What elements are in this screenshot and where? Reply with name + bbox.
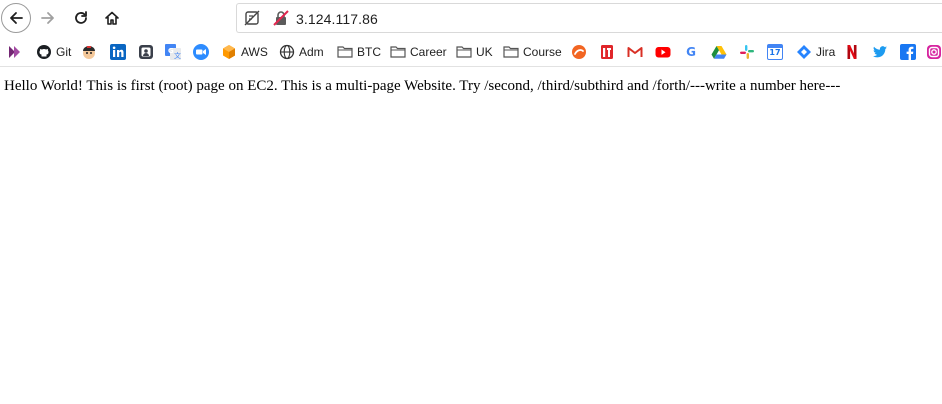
bookmark-label: AWS [241,45,268,59]
youtube-icon [655,44,671,60]
bookmark-zoom[interactable] [193,42,209,62]
orange-swirl-icon [571,44,587,60]
bookmark-gmail[interactable] [627,42,643,62]
bookmark-avatar[interactable] [81,42,97,62]
bookmark-drive[interactable] [711,42,727,62]
bookmark-calendar[interactable]: 17 [767,42,783,62]
folder-icon [337,44,353,60]
powerapps-icon [6,44,22,60]
red-app-icon [599,44,615,60]
svg-text:文: 文 [174,51,181,60]
bookmark-folder-uk[interactable]: UK [456,42,493,62]
slack-icon [739,44,755,60]
bookmark-label: BTC [357,45,381,59]
home-icon [105,11,119,25]
bookmark-linkedin[interactable] [110,42,126,62]
instagram-icon [926,44,942,60]
bookmark-label: UK [476,45,493,59]
folder-icon [390,44,406,60]
globe-icon [279,44,295,60]
aws-icon [221,44,237,60]
home-button[interactable] [97,3,127,33]
gmail-icon [627,44,643,60]
address-bar[interactable]: 3.124.117.86 [236,3,942,33]
arrow-left-icon [10,12,23,24]
bookmark-jira[interactable]: Jira [796,42,835,62]
bookmark-adm[interactable]: Adm [279,42,324,62]
bookmark-red-app[interactable] [599,42,615,62]
bookmark-contacts[interactable] [138,42,154,62]
calendar-day: 17 [769,48,781,57]
linkedin-icon [110,44,126,60]
github-icon [36,44,52,60]
bookmark-translate[interactable]: G文 [165,42,181,62]
bookmark-slack[interactable] [739,42,755,62]
browser-toolbar: 3.124.117.86 [0,0,942,37]
twitter-icon [872,44,888,60]
zoom-icon [193,44,209,60]
bookmark-label: Jira [816,45,836,59]
folder-icon [503,44,519,60]
arrow-right-icon [41,12,54,24]
page-body-text: Hello World! This is first (root) page o… [4,78,841,94]
url-text[interactable]: 3.124.117.86 [296,11,378,27]
bookmark-orange-swirl[interactable] [571,42,587,62]
bookmark-folder-btc[interactable]: BTC [337,42,381,62]
bookmark-folder-career[interactable]: Career [390,42,447,62]
calendar-icon: 17 [767,44,783,60]
avatar-icon [81,44,97,60]
permissions-icon[interactable] [244,10,260,26]
bookmark-label: Career [410,45,447,59]
bookmark-label: Git [56,45,72,59]
bookmark-instagram[interactable] [926,42,942,62]
netflix-icon [844,44,860,60]
contacts-icon [138,44,154,60]
bookmark-aws[interactable]: AWS [221,42,268,62]
back-button[interactable] [1,3,31,33]
drive-icon [711,44,727,60]
insecure-lock-icon[interactable] [273,10,289,26]
bookmark-netflix[interactable] [844,42,860,62]
google-icon: G [686,45,696,59]
reload-icon [75,11,87,24]
bookmark-label: Adm [299,45,324,59]
bookmark-label: Course [523,45,562,59]
bookmarks-toolbar: Git G文 AWS Adm BTC Career UK Course G 17… [0,37,942,67]
translate-icon: G文 [165,44,181,60]
bookmark-google[interactable]: G [683,42,699,62]
folder-icon [456,44,472,60]
bookmark-youtube[interactable] [655,42,671,62]
bookmark-powerapps[interactable] [6,42,22,62]
jira-icon [796,44,812,60]
facebook-icon [900,44,916,60]
bookmark-git[interactable]: Git [36,42,71,62]
forward-button[interactable] [33,3,63,33]
bookmark-facebook[interactable] [900,42,916,62]
bookmark-folder-course[interactable]: Course [503,42,562,62]
reload-button[interactable] [66,3,96,33]
bookmark-twitter[interactable] [872,42,888,62]
